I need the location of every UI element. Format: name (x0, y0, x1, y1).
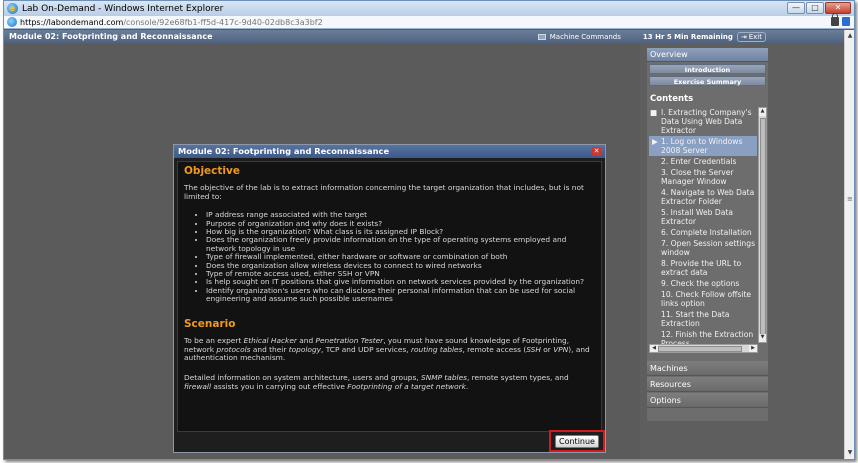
objective-bullet: Does the organization freely provide inf… (206, 236, 595, 253)
monitor-icon (537, 34, 546, 40)
continue-button[interactable]: Continue (555, 434, 599, 448)
toc-item-label: 3. Close the Server Manager Window (661, 168, 734, 186)
toc-item-label: 6. Complete Installation (661, 228, 752, 237)
lock-icon[interactable] (831, 13, 839, 26)
toc-item-label: 4. Navigate to Web Data Extractor Folder (661, 188, 755, 206)
scroll-grip-icon: ≡ (847, 195, 853, 203)
internet-explorer-icon: e (7, 3, 18, 14)
exercise-summary-button[interactable]: Exercise Summary (649, 76, 766, 86)
toc-item[interactable]: 7. Open Session settings window (649, 238, 757, 258)
contents-list: ■ I. Extracting Company's Data Using Web … (649, 107, 767, 353)
scenario-paragraph-2: Detailed information on system architect… (184, 373, 569, 391)
contents-scroll-down-icon[interactable]: ▼ (759, 334, 766, 342)
collapse-icon: ■ (650, 108, 658, 117)
url-domain: https://labondemand.com (20, 17, 124, 27)
contents-scroll-up-icon[interactable]: ▲ (759, 108, 766, 116)
contents-scroll-thumb[interactable] (760, 118, 766, 338)
toc-item[interactable]: 11. Start the Data Extraction (649, 309, 757, 329)
toc-item-label: 11. Start the Data Extraction (661, 310, 730, 328)
exit-icon: ⇥ (740, 33, 747, 41)
module-title: Module 02: Footprinting and Reconnaissan… (9, 32, 213, 41)
toc-item-label: 5. Install Web Data Extractor (661, 208, 734, 226)
toc-item[interactable]: 10. Check Follow offsite links option (649, 289, 757, 309)
toc-item-label: 1. Log on to Windows 2008 Server (661, 137, 743, 155)
overview-header[interactable]: Overview (647, 48, 768, 62)
module-dialog: Module 02: Footprinting and Reconnaissan… (173, 144, 606, 453)
minimize-button[interactable]: — (787, 2, 805, 14)
current-step-arrow-icon: ▶ (652, 137, 658, 146)
window-title: Lab On-Demand - Windows Internet Explore… (22, 3, 224, 14)
toc-item[interactable]: 2. Enter Credentials (649, 156, 757, 167)
dialog-close-icon[interactable]: ✕ (592, 147, 601, 156)
objective-heading: Objective (184, 165, 240, 177)
browser-window: e Lab On-Demand - Windows Internet Explo… (3, 0, 855, 460)
objective-list: IP address range associated with the tar… (206, 210, 595, 304)
toc-item[interactable]: 4. Navigate to Web Data Extractor Folder (649, 187, 757, 207)
close-button[interactable]: ✕ (825, 2, 851, 14)
toc-item-label: 2. Enter Credentials (661, 157, 737, 166)
contents-title: Contents (650, 94, 694, 104)
lab-sidebar: Overview Introduction Exercise Summary C… (647, 48, 768, 421)
scroll-up-icon[interactable]: ▲ (846, 32, 854, 40)
toc-item[interactable]: 8. Provide the URL to extract data (649, 258, 757, 278)
continue-highlight: Continue (549, 430, 605, 452)
toc-item-label: 9. Check the options (661, 279, 740, 288)
title-bar: e Lab On-Demand - Windows Internet Explo… (4, 1, 854, 16)
machines-header[interactable]: Machines (647, 361, 768, 376)
toc-item-label: 7. Open Session settings window (661, 239, 756, 257)
page-icon (7, 17, 17, 27)
toc-item-label: 10. Check Follow offsite links option (661, 290, 752, 308)
machine-commands-link[interactable]: Machine Commands (550, 33, 621, 41)
resources-header[interactable]: Resources (647, 377, 768, 392)
introduction-button[interactable]: Introduction (649, 64, 766, 74)
app-header: Module 02: Footprinting and Reconnaissan… (4, 30, 844, 43)
dialog-title-bar: Module 02: Footprinting and Reconnaissan… (174, 145, 605, 158)
contents-hscroll-thumb[interactable] (658, 346, 742, 352)
scenario-paragraph-1: To be an expert Ethical Hacker and Penet… (184, 336, 590, 362)
dialog-content: Objective The objective of the lab is to… (177, 161, 602, 432)
url-path: /console/92e68fb1-ff5d-417c-9d40-02db8c3… (123, 17, 323, 27)
toc-item[interactable]: 3. Close the Server Manager Window (649, 167, 757, 187)
objective-bullet: Identify organization's users who can di… (206, 286, 595, 304)
maximize-button[interactable]: □ (806, 2, 824, 14)
objective-intro: The objective of the lab is to extract i… (184, 183, 584, 201)
exit-button[interactable]: ⇥ Exit (736, 32, 766, 42)
scenario-heading: Scenario (184, 317, 236, 330)
dialog-title: Module 02: Footprinting and Reconnaissan… (178, 146, 390, 156)
address-bar[interactable]: https://labondemand.com/console/92e68fb1… (4, 13, 854, 29)
toc-item[interactable]: 9. Check the options (649, 278, 757, 289)
options-header[interactable]: Options (647, 393, 768, 408)
contents-scroll-right-icon[interactable]: ▶ (749, 345, 757, 352)
scroll-down-icon[interactable]: ▼ (846, 449, 854, 457)
toc-item[interactable]: 5. Install Web Data Extractor (649, 207, 757, 227)
certificate-icon[interactable] (842, 17, 850, 26)
page-scrollbar[interactable]: ▲ ≡ ▼ (844, 30, 854, 459)
contents-horizontal-scrollbar[interactable]: ◀ ▶ (649, 344, 758, 353)
time-remaining: 13 Hr 5 Min Remaining (642, 33, 733, 41)
toc-item[interactable]: ■ I. Extracting Company's Data Using Web … (649, 107, 757, 136)
toc-item[interactable]: 6. Complete Installation (649, 227, 757, 238)
toc-item-label: I. Extracting Company's Data Using Web D… (661, 108, 752, 135)
exit-label: Exit (748, 33, 762, 41)
toc-item[interactable]: ▶ 1. Log on to Windows 2008 Server (649, 136, 757, 156)
contents-vertical-scrollbar[interactable]: ▲ ▼ (758, 107, 767, 343)
contents-scroll-left-icon[interactable]: ◀ (650, 345, 658, 352)
toc-item-label: 8. Provide the URL to extract data (661, 259, 742, 277)
